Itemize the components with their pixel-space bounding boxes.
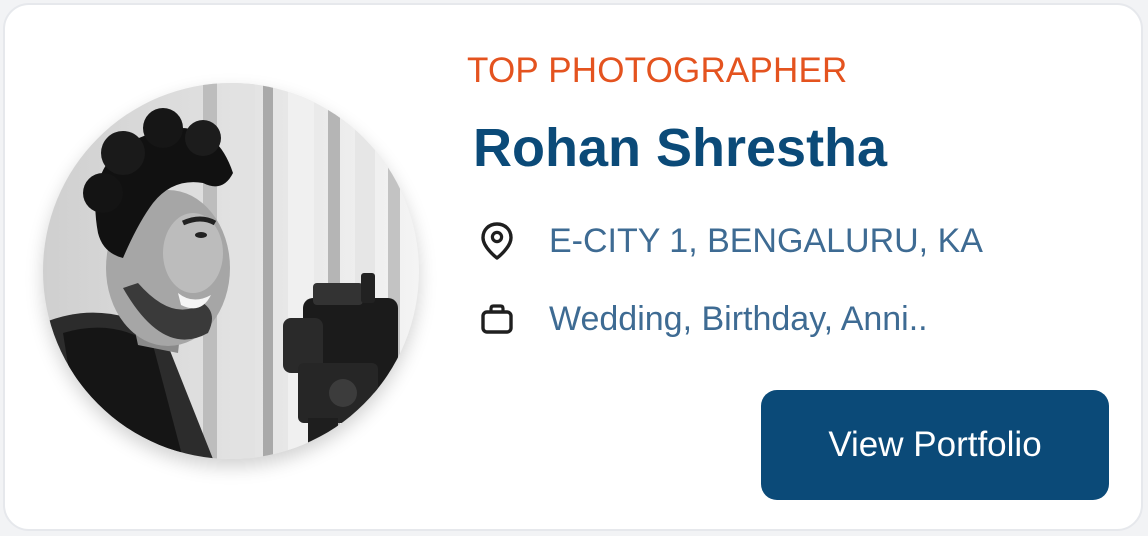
photographer-name: Rohan Shrestha [473, 118, 888, 178]
briefcase-icon [477, 299, 517, 339]
location-pin-icon [477, 221, 517, 261]
location-row: E-CITY 1, BENGALURU, KA [477, 221, 983, 261]
photographer-card: TOP PHOTOGRAPHER Rohan Shrestha E-CITY 1… [3, 3, 1143, 531]
services-row: Wedding, Birthday, Anni.. [477, 299, 928, 339]
location-text: E-CITY 1, BENGALURU, KA [549, 221, 983, 260]
avatar-photo [43, 83, 419, 459]
avatar [43, 83, 419, 459]
card-tagline: TOP PHOTOGRAPHER [467, 51, 848, 90]
services-text: Wedding, Birthday, Anni.. [549, 299, 928, 338]
view-portfolio-button[interactable]: View Portfolio [761, 390, 1109, 500]
